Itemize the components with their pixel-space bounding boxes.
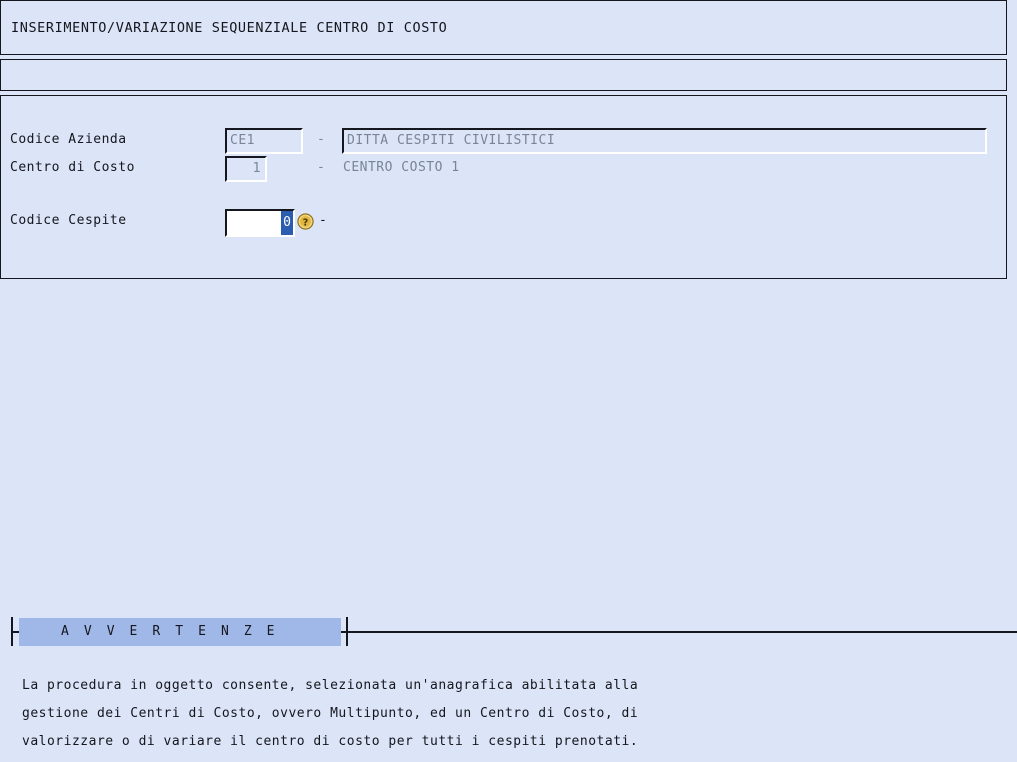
centro-di-costo-label: Centro di Costo (10, 160, 135, 175)
centro-di-costo-field[interactable]: 1 (225, 156, 267, 182)
help-question-icon[interactable]: ? (297, 213, 314, 230)
avvertenze-legend-label: A V V E R T E N Z E (61, 624, 279, 639)
codice-cespite-input[interactable]: 0 (225, 209, 295, 237)
avvertenze-line: valorizzare o di variare il centro di co… (22, 734, 639, 749)
codice-azienda-description-field: DITTA CESPITI CIVILISTICI (342, 128, 987, 154)
form-panel: Codice Azienda CE1 - DITTA CESPITI CIVIL… (0, 95, 1007, 279)
codice-azienda-field[interactable]: CE1 (225, 128, 303, 154)
avvertenze-legend: A V V E R T E N Z E (19, 618, 341, 646)
svg-text:?: ? (303, 217, 309, 228)
form-row-centro-di-costo: Centro di Costo 1 - CENTRO COSTO 1 (1, 156, 1006, 182)
fieldset-tick-left (11, 617, 13, 646)
codice-cespite-label: Codice Cespite (10, 213, 127, 228)
centro-di-costo-description: CENTRO COSTO 1 (343, 160, 460, 175)
avvertenze-section: A V V E R T E N Z E La procedura in ogge… (0, 300, 1017, 749)
form-row-codice-cespite: Codice Cespite 0 ? - (1, 209, 1006, 237)
avvertenze-line: La procedura in oggetto consente, selezi… (22, 678, 639, 693)
avvertenze-body: La procedura in oggetto consente, selezi… (22, 678, 982, 762)
fieldset-tick-right (346, 617, 348, 646)
centro-di-costo-separator: - (317, 160, 325, 175)
codice-cespite-selected-value: 0 (281, 211, 293, 235)
codice-azienda-label: Codice Azienda (10, 132, 127, 147)
form-row-codice-azienda: Codice Azienda CE1 - DITTA CESPITI CIVIL… (1, 128, 1006, 154)
codice-azienda-separator: - (317, 132, 325, 147)
codice-cespite-separator: - (319, 213, 327, 228)
avvertenze-line: gestione dei Centri di Costo, ovvero Mul… (22, 706, 639, 721)
toolbar-spacer-panel (0, 59, 1007, 91)
page-title: INSERIMENTO/VARIAZIONE SEQUENZIALE CENTR… (11, 20, 448, 36)
window-title-bar: INSERIMENTO/VARIAZIONE SEQUENZIALE CENTR… (0, 0, 1007, 55)
